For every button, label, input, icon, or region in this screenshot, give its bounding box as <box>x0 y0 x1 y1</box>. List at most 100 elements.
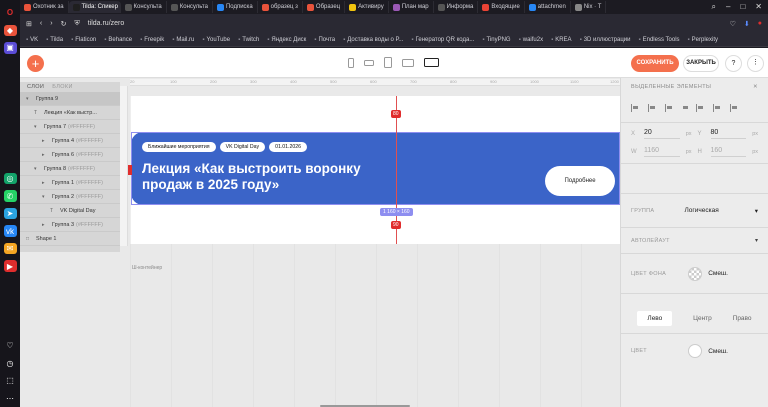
bookmark-item[interactable]: ▪ KREA <box>551 37 571 43</box>
x-input[interactable]: 20 <box>644 129 680 139</box>
width-input[interactable]: 1160 <box>644 147 680 157</box>
bookmark-item[interactable]: ▪ TinyPNG <box>482 37 510 43</box>
bookmark-item[interactable]: ▪ Freepik <box>140 37 164 43</box>
browser-tab[interactable]: Образец <box>303 1 346 13</box>
expand-toggle-icon[interactable]: ▾ <box>26 96 32 102</box>
back-icon[interactable]: ‹ <box>40 20 42 27</box>
browser-tab[interactable]: Nix · T <box>571 1 607 13</box>
close-window-icon[interactable]: ✕ <box>755 2 762 12</box>
help-button[interactable]: ? <box>725 55 742 72</box>
browser-tab[interactable]: Охотник за <box>20 1 69 13</box>
bookmark-item[interactable]: ▪ Endless Tools <box>638 37 679 43</box>
layer-item[interactable]: ▸ Группа 4 (#FFFFFF) <box>20 134 120 148</box>
layer-item[interactable]: ▾ Группа 8 (#FFFFFF) <box>20 162 120 176</box>
search-tabs-icon[interactable]: ⌕ <box>712 2 716 12</box>
layer-item[interactable]: ▸ Группа 3 (#FFFFFF) <box>20 218 120 232</box>
reload-icon[interactable]: ↻ <box>61 20 67 28</box>
align-right-icon[interactable] <box>665 104 674 112</box>
bookmark-item[interactable]: ▪ 3D иллюстрации <box>580 37 631 43</box>
vk-icon[interactable]: vk <box>3 225 17 237</box>
add-element-button[interactable]: + <box>27 55 44 72</box>
extensions-icon[interactable]: ⬚ <box>4 375 17 387</box>
browser-tab[interactable]: Консульта <box>121 1 167 13</box>
layer-item[interactable]: ▾ Группа 7 (#FFFFFF) <box>20 120 120 134</box>
favorites-icon[interactable]: ♡ <box>4 340 17 352</box>
tab-center[interactable]: Центр <box>693 315 712 322</box>
grid-icon[interactable]: ⊞ <box>26 20 32 28</box>
layer-item[interactable]: ▸ Группа 6 (#FFFFFF) <box>20 148 120 162</box>
music-icon[interactable]: ▶ <box>3 260 17 272</box>
align-left-icon[interactable] <box>631 104 640 112</box>
layer-item[interactable]: T VK Digital Day <box>20 204 120 218</box>
expand-toggle-icon[interactable]: ▸ <box>42 138 48 144</box>
chatgpt-icon[interactable]: ◎ <box>3 172 17 185</box>
y-input[interactable]: 80 <box>710 129 747 139</box>
align-center-h-icon[interactable] <box>648 104 657 112</box>
whatsapp-icon[interactable]: ✆ <box>3 190 17 202</box>
opera-logo-icon[interactable]: O <box>4 7 17 19</box>
details-button[interactable]: Подробнее <box>545 166 615 196</box>
browser-tab[interactable]: Tilda: Спикер <box>68 1 121 13</box>
bookmark-item[interactable]: ▪ Behance <box>104 37 132 43</box>
close-button[interactable]: ЗАКРЫТЬ <box>683 55 719 72</box>
bookmark-item[interactable]: ▪ waifu2x <box>519 37 543 43</box>
height-input[interactable]: 160 <box>710 147 747 157</box>
layer-item[interactable]: ▾ Группа 9 <box>20 92 120 106</box>
bookmark-item[interactable]: ▪ YouTube <box>202 37 230 43</box>
bookmark-icon[interactable]: ♡ <box>730 20 736 28</box>
chip-event-name[interactable]: VK Digital Day <box>219 142 266 152</box>
bg-color-swatch[interactable] <box>688 266 703 281</box>
minimize-icon[interactable]: – <box>726 2 730 12</box>
chip-date[interactable]: 01.01.2026 <box>269 142 308 152</box>
tab-layers[interactable]: СЛОИ <box>27 84 44 90</box>
mobile-landscape-icon[interactable] <box>364 59 374 66</box>
download-icon[interactable]: ⬇ <box>744 20 750 28</box>
panel-close-icon[interactable]: ✕ <box>753 84 758 90</box>
align-bottom-icon[interactable] <box>730 104 739 112</box>
browser-tab[interactable]: Информа <box>434 1 479 13</box>
more-button[interactable]: ⋮ <box>747 55 764 72</box>
browser-tab[interactable]: Подписка <box>213 1 258 13</box>
chip-events[interactable]: Ближайшие мероприятия <box>142 142 216 152</box>
save-button[interactable]: СОХРАНИТЬ <box>631 55 679 72</box>
bookmark-item[interactable]: ▪ Яндекс Диск <box>267 37 306 43</box>
bookmark-item[interactable]: ▪ Perplexity <box>688 37 718 43</box>
align-top-icon[interactable] <box>696 104 705 112</box>
color-swatch[interactable] <box>688 344 703 358</box>
bookmark-item[interactable]: ▪ Mail.ru <box>172 37 194 43</box>
desktop-icon[interactable] <box>424 58 439 67</box>
expand-toggle-icon[interactable]: ▾ <box>34 166 40 172</box>
tablet-portrait-icon[interactable] <box>384 57 392 68</box>
expand-toggle-icon[interactable]: ▸ <box>42 222 48 228</box>
tab-right[interactable]: Право <box>733 315 752 322</box>
layer-item[interactable]: ▸ Группа 1 (#FFFFFF) <box>20 176 120 190</box>
url-field[interactable]: tilda.ru/zero <box>88 20 722 27</box>
forward-icon[interactable]: › <box>50 20 52 27</box>
layer-item[interactable]: T Лекция «Как выстр... <box>20 106 120 120</box>
more-icon[interactable]: ⋯ <box>4 393 17 405</box>
tab-blocks[interactable]: БЛОКИ <box>52 84 73 90</box>
speed-dial-icon[interactable]: ◆ <box>3 24 17 37</box>
history-icon[interactable]: ◷ <box>4 357 17 369</box>
bookmark-item[interactable]: ▪ VK <box>26 37 38 43</box>
expand-toggle-icon[interactable]: ▾ <box>42 194 48 200</box>
bookmark-item[interactable]: ▪ Почта <box>314 37 335 43</box>
group-select[interactable]: Логическая ▾ <box>684 207 758 215</box>
maximize-icon[interactable]: □ <box>740 2 745 12</box>
browser-tab[interactable]: Активиру <box>345 1 389 13</box>
mail-icon[interactable]: ✉ <box>3 242 17 255</box>
workspaces-icon[interactable]: ▣ <box>3 42 17 54</box>
browser-tab[interactable]: attachmen <box>525 1 571 13</box>
browser-tab[interactable]: Входящие <box>478 1 525 13</box>
banner-headline[interactable]: Лекция «Как выстроить воронку продаж в 2… <box>142 161 402 193</box>
layer-item[interactable]: □ Shape 1 <box>20 232 120 246</box>
bookmark-item[interactable]: ▪ Twitch <box>238 37 259 43</box>
expand-toggle-icon[interactable]: ▸ <box>42 180 48 186</box>
align-middle-icon[interactable] <box>713 104 722 112</box>
bookmark-item[interactable]: ▪ Tilda <box>46 37 63 43</box>
mobile-portrait-icon[interactable] <box>348 57 354 68</box>
browser-tab[interactable]: План мар <box>389 1 434 13</box>
bookmark-item[interactable]: ▪ Доставка воды о Р... <box>343 37 403 43</box>
profile-icon[interactable]: ● <box>758 20 762 27</box>
tab-left[interactable]: Лево <box>637 311 673 326</box>
